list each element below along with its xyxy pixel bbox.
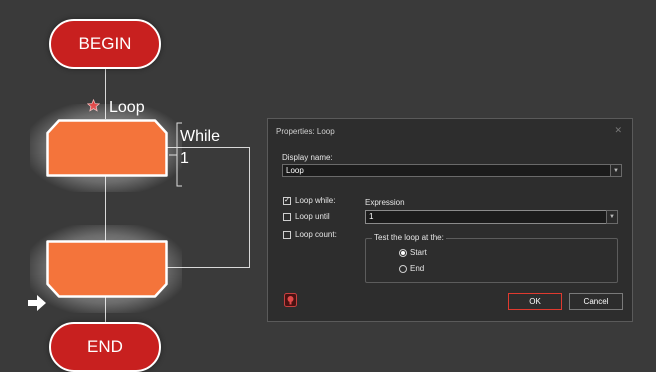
expression-field[interactable]: 1 ▼ <box>365 210 618 224</box>
arrow-right-icon <box>28 295 46 311</box>
ok-button[interactable]: OK <box>508 293 562 310</box>
test-loop-group: Test the loop at the: Start End <box>365 233 618 283</box>
loop-body-block[interactable] <box>46 240 168 298</box>
chevron-down-icon[interactable]: ▼ <box>606 210 618 224</box>
start-radio[interactable] <box>399 249 407 257</box>
dialog-title: Properties: Loop <box>276 127 335 136</box>
cancel-button[interactable]: Cancel <box>569 293 623 310</box>
start-label: Start <box>410 248 427 257</box>
loop-block[interactable] <box>46 119 168 177</box>
ok-label: OK <box>529 297 541 306</box>
test-group-label: Test the loop at the: <box>372 233 446 242</box>
help-icon[interactable] <box>284 293 297 307</box>
close-icon[interactable]: ✕ <box>614 125 622 136</box>
display-name-value: Loop <box>286 166 304 175</box>
properties-dialog: Properties: Loop ✕ Display name: Loop ▼ … <box>267 118 633 322</box>
begin-terminal[interactable]: BEGIN <box>49 19 161 69</box>
display-name-label: Display name: <box>282 153 333 162</box>
begin-label: BEGIN <box>78 34 132 53</box>
connector-loop-return <box>249 147 250 267</box>
loop-count-label: Loop count: <box>295 230 337 239</box>
end-terminal[interactable]: END <box>49 322 161 372</box>
while-label: While <box>180 128 221 145</box>
radio-selected-dot <box>401 251 405 255</box>
expression-label: Expression <box>365 198 405 207</box>
loop-while-checkbox[interactable]: ✓ <box>283 197 291 205</box>
condition-label: 1 <box>180 150 189 167</box>
loop-until-checkbox[interactable] <box>283 213 291 221</box>
loop-while-label: Loop while: <box>295 196 336 205</box>
cancel-label: Cancel <box>583 297 609 306</box>
chevron-down-icon[interactable]: ▼ <box>610 164 622 177</box>
loop-count-checkbox[interactable] <box>283 231 291 239</box>
display-name-field[interactable]: Loop ▼ <box>282 164 622 177</box>
end-label: END <box>87 337 123 356</box>
end-radio[interactable] <box>399 265 407 273</box>
expression-value: 1 <box>369 212 374 221</box>
end-radio-label: End <box>410 264 425 273</box>
loop-until-label: Loop until <box>295 212 330 221</box>
